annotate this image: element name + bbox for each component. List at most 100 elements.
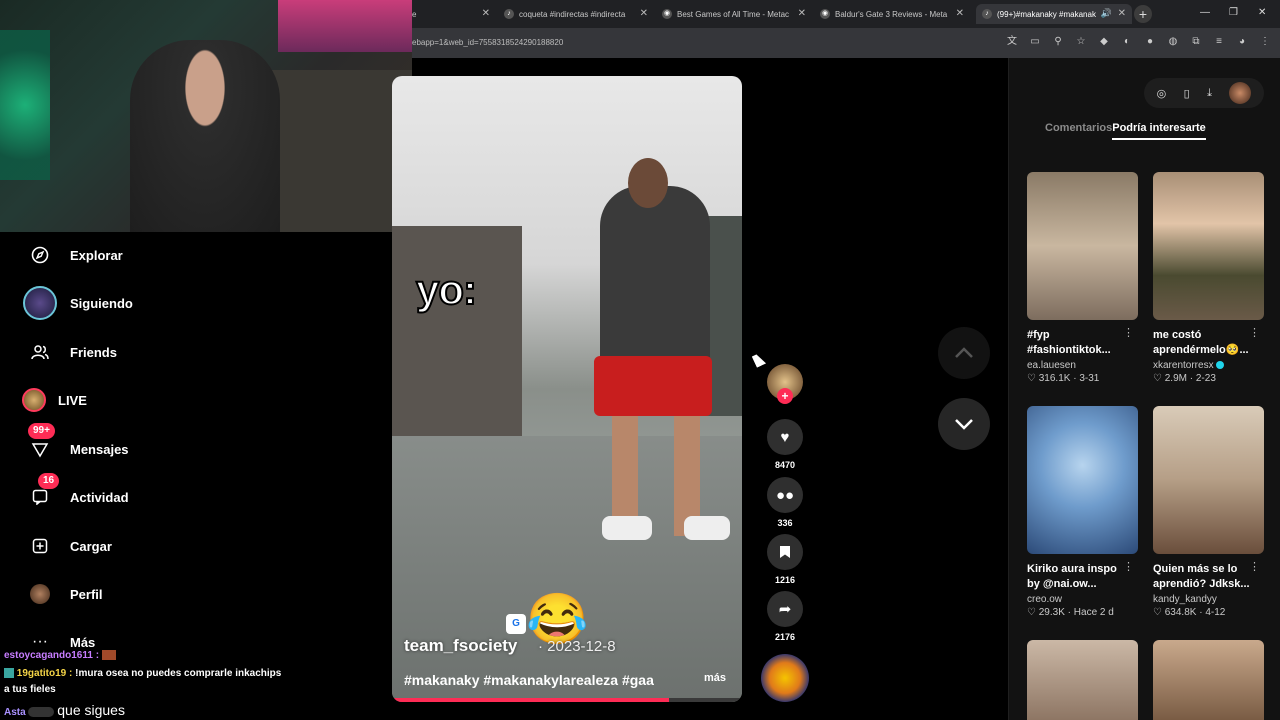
card-age: 2-23 [1195,373,1216,384]
video-thumbnail[interactable] [1027,172,1138,320]
previous-video-button[interactable] [938,327,990,379]
comment-icon[interactable]: ●● [767,477,803,513]
share-icon[interactable]: ➦ [767,591,803,627]
zoom-icon[interactable]: ⚲ [1051,35,1065,49]
music-disc-icon[interactable] [761,654,809,702]
video-progress-bar[interactable] [392,698,742,702]
download-icon[interactable]: ⤓ [1207,87,1212,100]
card-likes: 634.8K [1164,607,1197,618]
recommended-video-card[interactable]: me costó aprendérmelo🥺... ⋮ xkarentorres… [1153,172,1264,384]
creator-avatar-rail: + [764,364,806,404]
extension-icon[interactable]: ◐ [1120,35,1134,49]
url-text[interactable]: ebapp=1&web_id=7558318524290188820 [412,38,563,47]
browser-tab-active[interactable]: ♪ (99+)#makanaky #makanak 🔊 ✕ [976,4,1132,24]
sidebar-item-explorar[interactable]: Explorar [22,237,123,273]
recommended-video-card[interactable]: Quien más se lo aprendió? Jdksk... ⋮ kan… [1153,406,1264,618]
translate-icon[interactable]: G [506,614,526,634]
close-icon[interactable]: ✕ [482,8,490,19]
video-hashtags[interactable]: #makanaky #makanakylarealeza #gaa [404,672,654,688]
video-thumbnail[interactable] [1153,406,1264,554]
avatar[interactable] [1229,82,1252,104]
media-icon[interactable]: ≡ [1212,35,1226,49]
more-link[interactable]: más [704,672,726,684]
heart-outline-icon: ♡ [1027,607,1036,618]
kebab-menu-icon[interactable]: ⋮ [1258,35,1272,49]
extension-icons: 文 ▭ ⚲ ☆ ◆ ◐ ● ◍ ⧉ ≡ ◕ ⋮ [1005,35,1272,49]
next-video-button[interactable] [938,398,990,450]
avatar [23,286,57,320]
heart-icon[interactable]: ♥ [767,419,803,455]
sidebar-item-friends[interactable]: Friends [22,334,117,370]
video-dancer-head [628,158,668,208]
new-tab-button[interactable]: + [1134,5,1152,23]
sidebar-item-actividad[interactable]: 16 Actividad [22,473,129,515]
kebab-menu-icon[interactable]: ⋮ [1249,560,1260,573]
creator-avatar[interactable]: + [767,364,803,404]
sidebar-item-perfil[interactable]: Perfil [22,576,103,612]
puzzle-icon[interactable]: ⧉ [1189,35,1203,49]
close-icon[interactable]: ✕ [798,8,806,19]
sidebar-item-cargar[interactable]: Cargar [22,528,112,564]
close-icon[interactable]: ✕ [640,8,648,19]
profile-icon[interactable]: ◕ [1235,35,1249,49]
recommended-video-card[interactable]: #fyp #fashiontiktok... ⋮ ea.lauesen ♡ 31… [1027,172,1138,384]
comment-count: 336 [777,518,793,528]
extension-icon[interactable]: ◆ [1097,35,1111,49]
kebab-menu-icon[interactable]: ⋮ [1123,560,1134,573]
chat-emote-icon [28,707,55,718]
card-author-name: xkarentorresx [1153,360,1214,371]
activity-icon: 16 [22,473,60,515]
window-close-icon[interactable]: ✕ [1258,7,1266,18]
browser-tab[interactable]: ◉ Baldur's Gate 3 Reviews - Meta ✕ [820,4,970,24]
extension-icon[interactable]: ◍ [1166,35,1180,49]
tab-comentarios[interactable]: Comentarios [1045,122,1112,140]
recommended-video-card[interactable] [1027,640,1138,720]
panel-tabs: Comentarios Podría interesarte [1045,122,1206,140]
tab-title: e [412,9,417,19]
kebab-menu-icon[interactable]: ⋮ [1249,326,1260,339]
chat-username: estoycagando1611 : [4,650,100,661]
video-player[interactable]: yo: G 😂 team_fsociety · 2023-12-8 #makan… [392,76,742,702]
video-thumbnail[interactable] [1027,406,1138,554]
sidebar-item-live[interactable]: LIVE [22,382,87,418]
browser-tab[interactable]: ♪ coqueta #indirectas #indirecta ✕ [504,4,654,24]
browser-tab[interactable]: e ✕ [412,4,496,24]
sidebar-item-label: Mensajes [70,441,129,457]
sidebar-item-siguiendo[interactable]: Siguiendo [22,285,133,321]
video-thumbnail[interactable] [1027,640,1138,720]
close-icon[interactable]: ✕ [956,8,964,19]
messages-badge: 99+ [28,423,55,439]
minimize-icon[interactable]: — [1200,7,1210,18]
tab-podria-interesarte[interactable]: Podría interesarte [1112,122,1206,140]
verified-icon [1216,361,1225,370]
chat-badge-icon [4,668,14,679]
card-author[interactable]: ea.lauesen [1027,360,1138,371]
compass-icon[interactable]: ◎ [1157,87,1167,100]
bookmark-star-icon[interactable]: ☆ [1074,35,1088,49]
recommended-video-card[interactable]: Kiriko aura inspo by @nai.ow... ⋮ creo.o… [1027,406,1138,618]
sidebar-item-mensajes[interactable]: 99+ Mensajes [22,423,129,467]
extension-icon[interactable]: ● [1143,35,1157,49]
recommended-video-card[interactable] [1153,640,1264,720]
cast-icon[interactable]: ▭ [1028,35,1042,49]
video-dancer-shoe [602,516,652,540]
follow-plus-icon[interactable]: + [777,388,793,404]
close-icon[interactable]: ✕ [1118,8,1126,19]
browser-tab[interactable]: ◉ Best Games of All Time - Metac ✕ [662,4,812,24]
bookmark-icon[interactable] [767,534,803,570]
video-thumbnail[interactable] [1153,172,1264,320]
video-author[interactable]: team_fsociety [404,636,517,656]
card-author[interactable]: xkarentorresx [1153,360,1264,371]
card-title: Quien más se lo aprendió? Jdksk... [1153,563,1250,590]
phone-icon[interactable]: ▯ [1184,87,1190,100]
card-likes: 2.9M [1164,373,1187,384]
tiktok-icon: ♪ [504,9,514,19]
video-thumbnail[interactable] [1153,640,1264,720]
card-author[interactable]: creo.ow [1027,594,1138,605]
translate-icon[interactable]: 文 [1005,35,1019,49]
sidebar-item-label: Friends [70,344,117,360]
maximize-icon[interactable]: ❐ [1229,7,1238,18]
webcam-overlay [0,0,412,232]
kebab-menu-icon[interactable]: ⋮ [1123,326,1134,339]
card-author[interactable]: kandy_kandyy [1153,594,1264,605]
